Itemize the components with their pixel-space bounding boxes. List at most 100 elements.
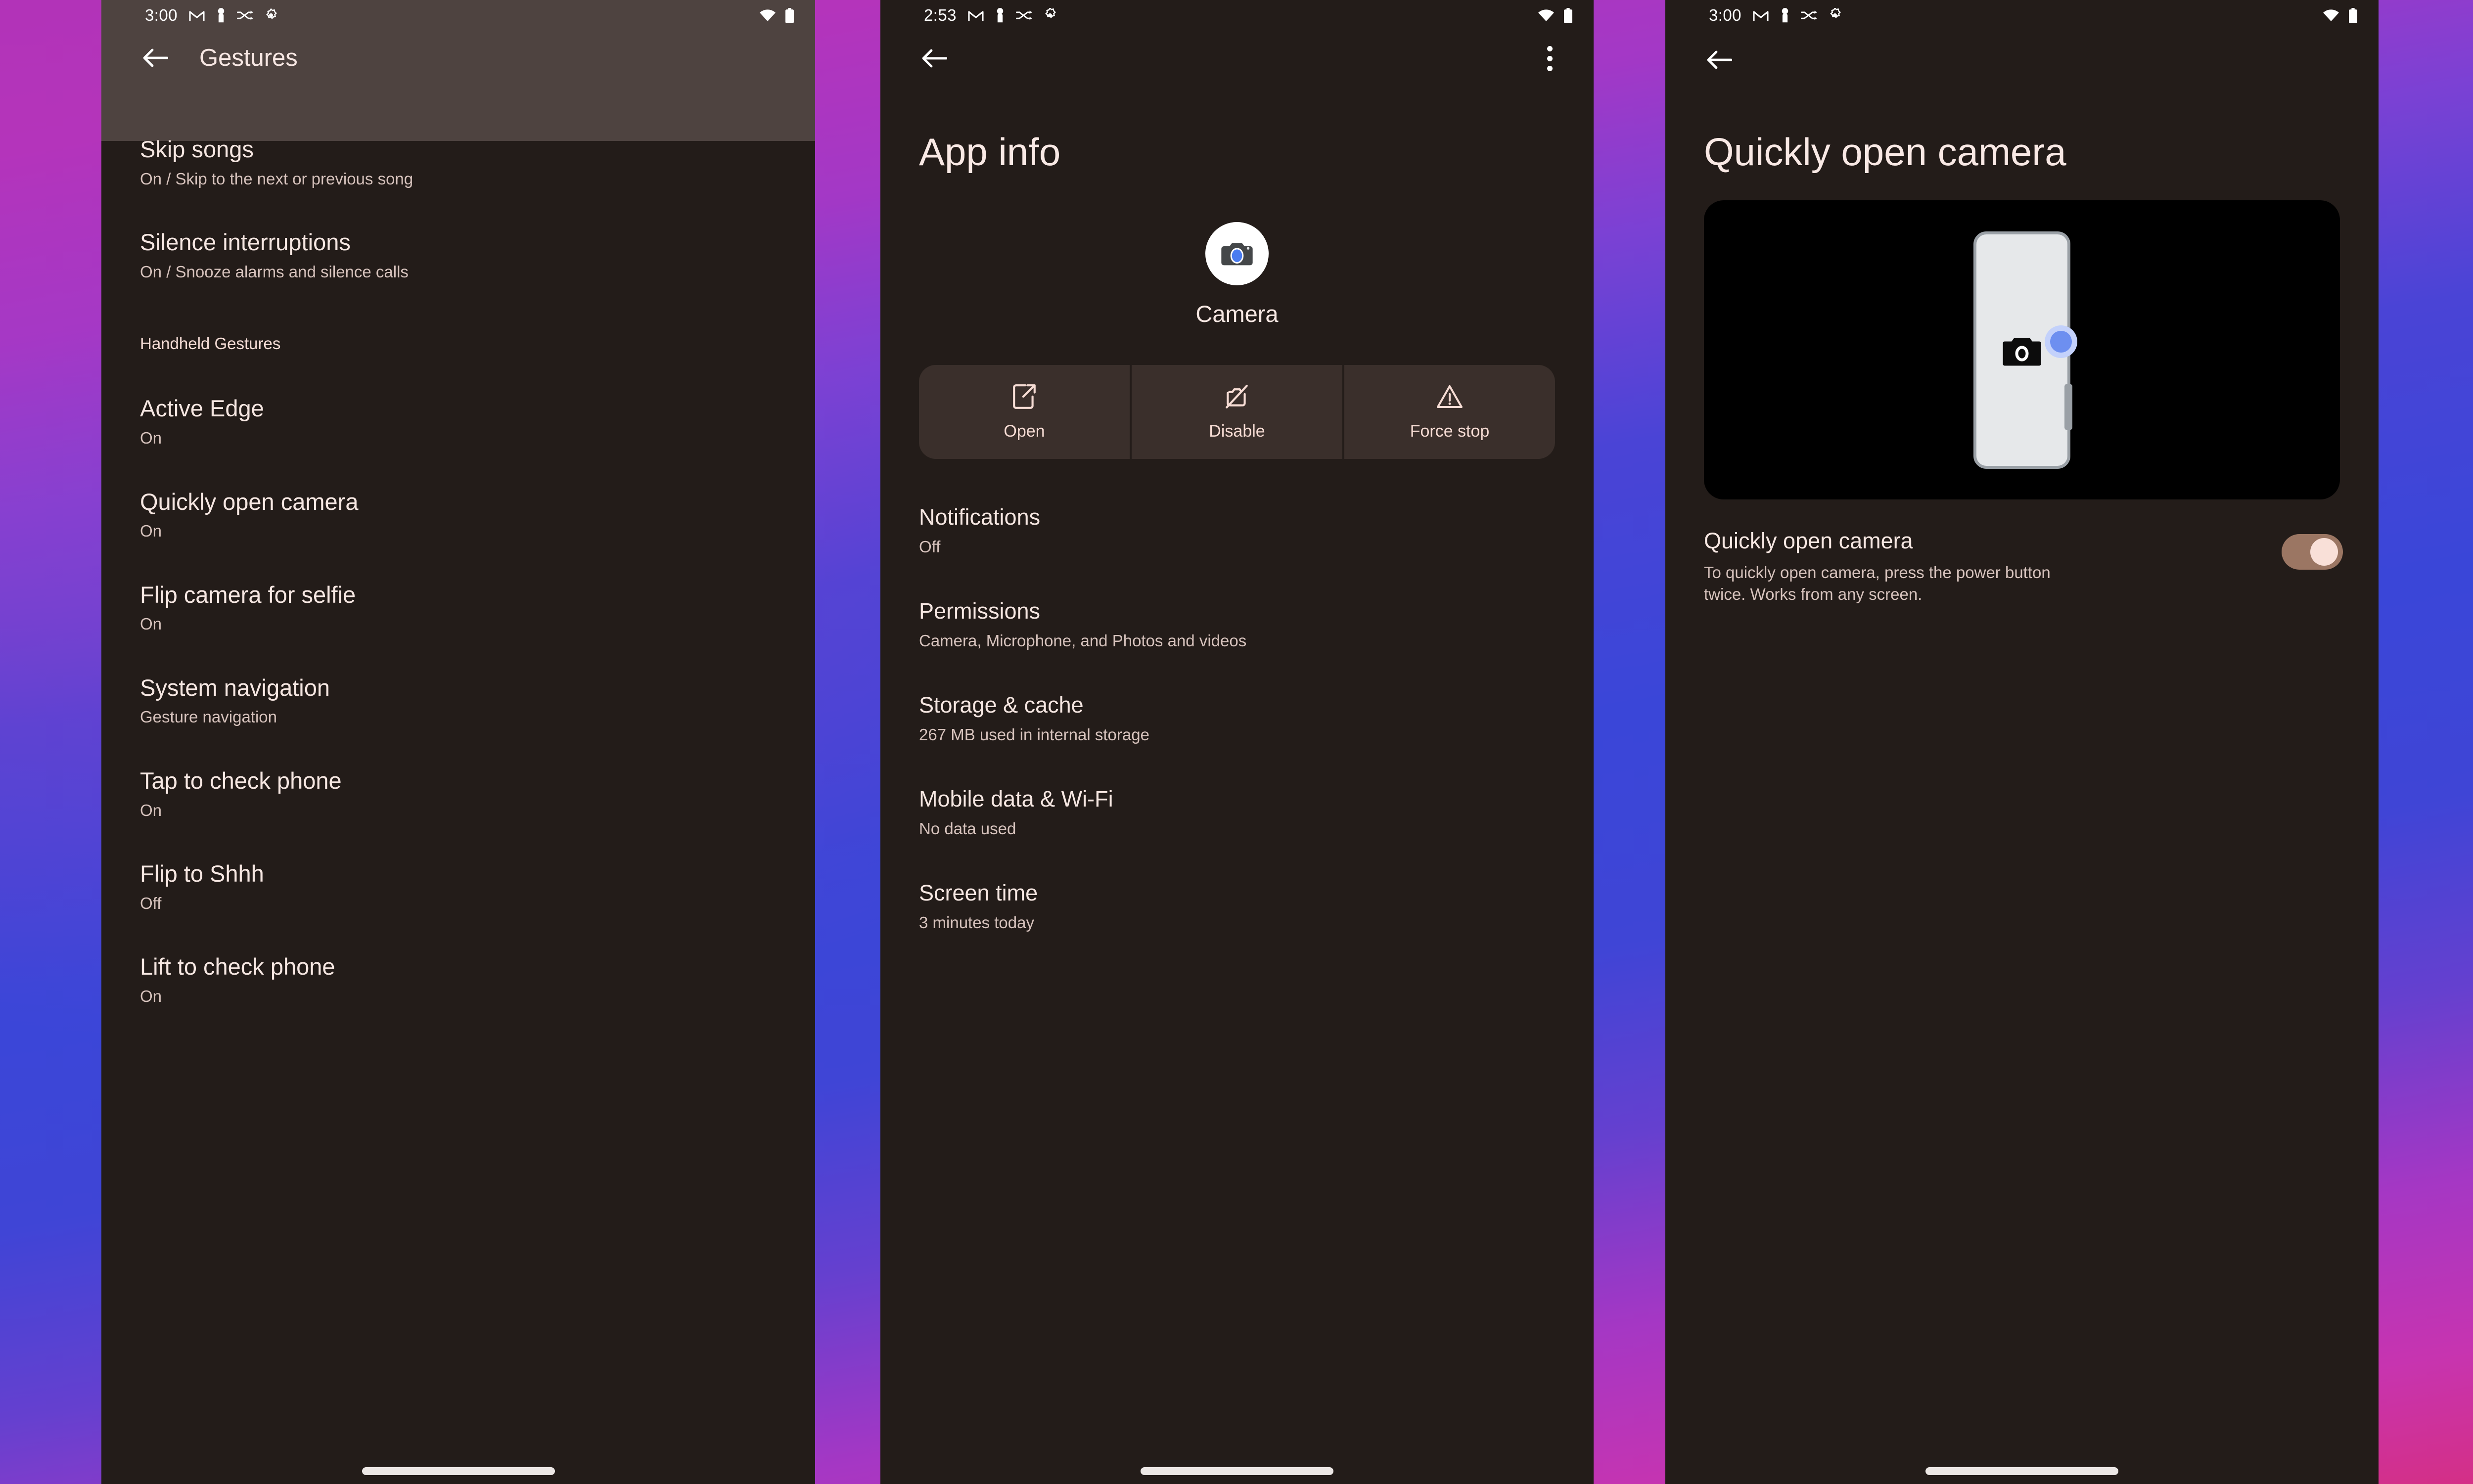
wifi-icon — [2323, 9, 2339, 22]
battery-icon — [2348, 7, 2358, 23]
power-button-highlight — [2045, 325, 2077, 358]
phone-screen-quickly-open-camera: 3:00 Quickly open camera Quickly open ca… — [1665, 0, 2379, 1484]
list-item-subtitle: No data used — [919, 819, 1016, 838]
list-item-subtitle: 267 MB used in internal storage — [919, 725, 1149, 744]
list-item-title: Flip camera for selfie — [140, 581, 356, 608]
gear-icon — [1043, 8, 1057, 23]
shuffle-icon — [1800, 10, 1817, 21]
quickly-open-camera-toggle[interactable] — [2282, 534, 2343, 570]
gmail-icon — [967, 8, 984, 22]
status-bar: 3:00 — [1665, 0, 2379, 31]
status-bar-clock: 3:00 — [145, 6, 178, 24]
back-arrow-icon[interactable] — [1704, 45, 1735, 75]
volume-button — [2064, 383, 2072, 430]
setting-description: To quickly open camera, press the power … — [1704, 563, 2051, 603]
list-item[interactable]: Active Edge On — [101, 395, 815, 448]
gesture-nav-pill[interactable] — [1141, 1467, 1333, 1475]
list-item[interactable]: Permissions Camera, Microphone, and Phot… — [880, 598, 1594, 650]
disable-icon — [1224, 383, 1250, 410]
camera-icon — [2003, 338, 2041, 365]
list-item[interactable]: Mobile data & Wi-Fi No data used — [880, 786, 1594, 838]
list-item-title: Flip to Shhh — [140, 860, 264, 887]
list-item-subtitle: On / Snooze alarms and silence calls — [140, 262, 409, 281]
list-item-title: Active Edge — [140, 395, 264, 422]
app-bar — [1665, 31, 2379, 89]
list-item-title: Quickly open camera — [140, 488, 359, 515]
gesture-nav-pill[interactable] — [1925, 1467, 2118, 1475]
back-arrow-icon[interactable] — [919, 43, 950, 74]
list-item-subtitle: On — [140, 801, 162, 819]
disable-button-label: Disable — [1209, 421, 1265, 441]
battery-icon — [785, 7, 794, 23]
list-item-subtitle: On — [140, 428, 162, 447]
setting-title: Quickly open camera — [1704, 528, 1913, 553]
disable-button[interactable]: Disable — [1132, 365, 1342, 459]
camera-gesture-illustration — [1704, 200, 2340, 499]
list-item-subtitle: Off — [919, 538, 941, 556]
list-item-subtitle: Off — [140, 894, 162, 912]
app-actions: Open Disable Force stop — [919, 365, 1555, 459]
toggle-knob — [2310, 538, 2338, 566]
open-in-new-icon — [1012, 383, 1037, 410]
app-bar — [880, 31, 1594, 86]
list-item[interactable]: Silence interruptions On / Snooze alarms… — [101, 229, 815, 281]
list-item[interactable]: Quickly open camera On — [101, 489, 815, 541]
list-item[interactable]: Lift to check phone On — [101, 953, 815, 1006]
list-item-title: System navigation — [140, 674, 330, 701]
list-item-title: Screen time — [919, 880, 1038, 905]
gmail-icon — [188, 8, 205, 22]
list-item-title: Storage & cache — [919, 692, 1084, 718]
back-arrow-icon[interactable] — [140, 43, 171, 73]
app-bar: Gestures — [101, 31, 815, 85]
list-item[interactable]: Flip camera for selfie On — [101, 582, 815, 634]
section-header-handheld-gestures: Handheld Gestures — [140, 334, 281, 353]
list-item-subtitle: On — [140, 987, 162, 1005]
pawn-icon — [1780, 7, 1790, 23]
overflow-menu-icon[interactable] — [1535, 41, 1564, 76]
warning-icon — [1436, 383, 1464, 410]
phone-screen-app-info: 2:53 App info Camera Open Disable Force … — [880, 0, 1594, 1484]
force-stop-button[interactable]: Force stop — [1344, 365, 1555, 459]
page-title: Gestures — [199, 45, 298, 71]
open-button[interactable]: Open — [919, 365, 1130, 459]
app-bar-filler — [101, 85, 815, 141]
status-bar-clock: 2:53 — [924, 6, 957, 24]
list-item[interactable]: System navigation Gesture navigation — [101, 675, 815, 727]
gear-icon — [1828, 8, 1842, 23]
app-header: Camera — [880, 222, 1594, 327]
quickly-open-camera-setting[interactable]: Quickly open camera To quickly open came… — [1665, 499, 2379, 605]
status-bar: 3:00 — [101, 0, 815, 31]
app-info-list: Notifications Off Permissions Camera, Mi… — [880, 504, 1594, 932]
gear-icon — [264, 8, 278, 23]
status-bar: 2:53 — [880, 0, 1594, 31]
app-name: Camera — [1195, 301, 1279, 327]
list-item[interactable]: Screen time 3 minutes today — [880, 880, 1594, 932]
shuffle-icon — [1015, 10, 1032, 21]
list-item-subtitle: Camera, Microphone, and Photos and video… — [919, 631, 1247, 650]
list-item-title: Tap to check phone — [140, 767, 342, 794]
wifi-icon — [759, 9, 776, 22]
pawn-icon — [995, 7, 1005, 23]
list-item-title: Permissions — [919, 598, 1041, 624]
list-item-subtitle: 3 minutes today — [919, 913, 1034, 932]
gesture-nav-pill[interactable] — [362, 1467, 555, 1475]
list-item[interactable]: Skip songs On / Skip to the next or prev… — [101, 136, 815, 188]
gmail-icon — [1752, 8, 1769, 22]
list-item-subtitle: On / Skip to the next or previous song — [140, 169, 413, 188]
list-item-subtitle: On — [140, 522, 162, 540]
list-item[interactable]: Notifications Off — [880, 504, 1594, 556]
list-item[interactable]: Flip to Shhh Off — [101, 860, 815, 913]
status-bar-clock: 3:00 — [1709, 6, 1741, 24]
phone-screen-gestures: 3:00 Gestures Skip songs On / Skip to th… — [101, 0, 815, 1484]
list-item-title: Skip songs — [140, 136, 254, 162]
camera-app-icon — [1205, 222, 1269, 285]
page-title: App info — [919, 130, 1061, 174]
page-title: Quickly open camera — [1704, 130, 2066, 174]
list-item[interactable]: Storage & cache 267 MB used in internal … — [880, 692, 1594, 744]
pawn-icon — [216, 7, 226, 23]
open-button-label: Open — [1004, 421, 1045, 441]
list-item-title: Lift to check phone — [140, 953, 335, 980]
phone-illustration — [1973, 231, 2077, 469]
list-item[interactable]: Tap to check phone On — [101, 767, 815, 820]
battery-icon — [1563, 7, 1573, 23]
